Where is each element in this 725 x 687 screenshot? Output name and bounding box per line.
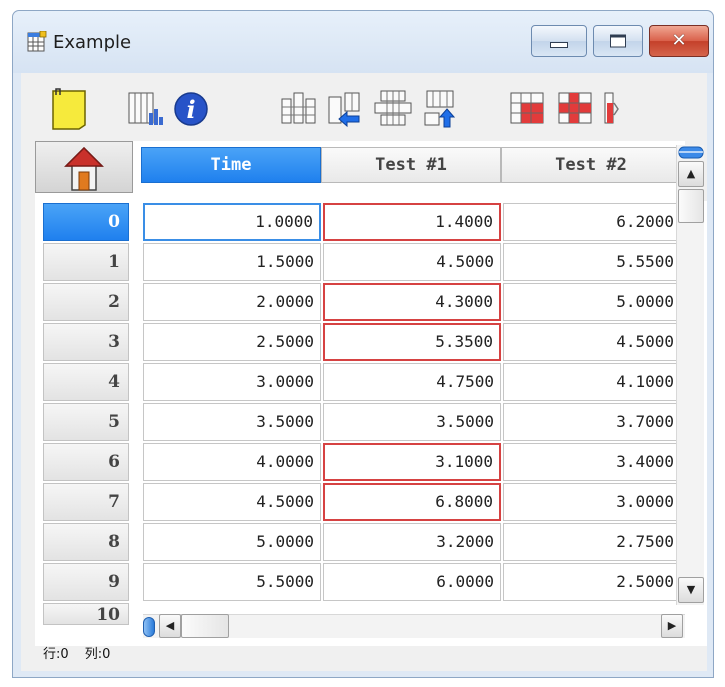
row-header[interactable]: 5 [43, 403, 129, 441]
table-red-alt-button[interactable] [555, 87, 595, 131]
row-header[interactable]: 2 [43, 283, 129, 321]
row-header[interactable]: 4 [43, 363, 129, 401]
columns-button[interactable] [279, 87, 319, 131]
horizontal-scroll-thumb[interactable] [181, 614, 229, 638]
home-icon [64, 146, 104, 191]
rows-button[interactable] [373, 87, 413, 131]
grid-cell[interactable]: 2.7500 [503, 523, 681, 561]
minimize-button[interactable] [531, 25, 587, 57]
more-button[interactable] [601, 87, 619, 131]
table-red-alt-icon [558, 92, 592, 124]
row-header[interactable]: 1 [43, 243, 129, 281]
info-icon: i [174, 92, 208, 126]
insert-up-button[interactable] [421, 87, 461, 131]
row-header[interactable]: 8 [43, 523, 129, 561]
close-icon: ✕ [671, 30, 687, 51]
row-header[interactable]: 7 [43, 483, 129, 521]
status-row: 行:0 [43, 647, 69, 662]
scroll-right-button[interactable]: ▶ [661, 614, 683, 638]
title-bar[interactable]: Example ✕ [13, 11, 713, 73]
svg-text:i: i [186, 95, 195, 124]
vertical-scroll-thumb[interactable] [678, 189, 704, 223]
grid-cell[interactable]: 4.0000 [143, 443, 321, 481]
grid-cell[interactable]: 5.3500 [323, 323, 501, 361]
grid-cell[interactable]: 5.5500 [503, 243, 681, 281]
scroll-up-button[interactable]: ▲ [678, 161, 704, 187]
split-handle-vertical[interactable] [677, 145, 705, 159]
more-icon [604, 92, 619, 124]
insert-left-icon [328, 92, 360, 128]
table-red-icon [510, 92, 544, 124]
horizontal-scrollbar[interactable]: ◀ ▶ [143, 614, 685, 638]
grid-cell[interactable]: 5.0000 [143, 523, 321, 561]
data-grid: Time Test #1 Test #2 ⌃⌄ 01.00001.40006.2… [35, 141, 707, 646]
grid-cell[interactable]: 6.8000 [323, 483, 501, 521]
toolbar: i [21, 73, 707, 141]
grid-cell[interactable]: 2.5000 [503, 563, 681, 601]
grid-cell[interactable]: 4.5000 [143, 483, 321, 521]
grid-cell[interactable]: 6.2000 [503, 203, 681, 241]
grid-cell[interactable]: 3.7000 [503, 403, 681, 441]
column-header-test-2[interactable]: Test #2 [501, 147, 681, 183]
insert-left-button[interactable] [325, 87, 365, 131]
status-bar: 行:0 列:0 [43, 643, 122, 662]
grid-cell[interactable]: 5.5000 [143, 563, 321, 601]
column-header-time[interactable]: Time [141, 147, 321, 183]
column-header-test-1[interactable]: Test #1 [321, 147, 501, 183]
columns-icon [281, 92, 316, 124]
window-title: Example [53, 32, 132, 53]
scroll-right-icon: ▶ [667, 619, 677, 632]
chart-icon [128, 92, 163, 125]
grid-cell[interactable]: 3.2000 [323, 523, 501, 561]
grid-cell[interactable]: 3.4000 [503, 443, 681, 481]
grid-cell[interactable]: 5.0000 [503, 283, 681, 321]
grid-cell[interactable]: 1.4000 [323, 203, 501, 241]
close-button[interactable]: ✕ [649, 25, 709, 57]
table-red-button[interactable] [507, 87, 547, 131]
grid-cell[interactable]: 3.0000 [143, 363, 321, 401]
grid-cell[interactable]: 1.0000 [143, 203, 321, 241]
row-header[interactable]: 6 [43, 443, 129, 481]
grid-cell[interactable]: 4.5000 [503, 323, 681, 361]
app-window: Example ✕ i Time Test #1 Test #2 0 1.000… [12, 10, 714, 678]
row-header[interactable]: 3 [43, 323, 129, 361]
grid-cell[interactable]: 2.5000 [143, 323, 321, 361]
maximize-icon [610, 34, 626, 48]
split-handle-horizontal[interactable] [143, 617, 155, 637]
scroll-down-button[interactable]: ▼ [678, 577, 704, 603]
scroll-left-icon: ◀ [165, 619, 175, 632]
grid-cell[interactable]: 3.0000 [503, 483, 681, 521]
rows-icon [374, 90, 412, 126]
grid-cell[interactable]: 4.3000 [323, 283, 501, 321]
grid-cell[interactable]: 4.7500 [323, 363, 501, 401]
scroll-left-button[interactable]: ◀ [159, 614, 181, 638]
minimize-icon [550, 42, 568, 48]
split-handle-icon [678, 146, 704, 159]
chart-button[interactable] [125, 87, 165, 131]
grid-cell[interactable]: 4.5000 [323, 243, 501, 281]
maximize-button[interactable] [593, 25, 643, 57]
status-col: 列:0 [84, 647, 111, 662]
insert-up-icon [424, 90, 456, 128]
client-area: i Time Test #1 Test #2 0 1.0000 1.4000 6… [21, 73, 707, 671]
info-button[interactable]: i [171, 87, 211, 131]
grid-cell[interactable]: 3.1000 [323, 443, 501, 481]
grid-cell[interactable]: 1.5000 [143, 243, 321, 281]
row-header[interactable]: 10 [43, 603, 129, 625]
new-sheet-button[interactable] [49, 87, 89, 131]
home-button[interactable] [35, 141, 133, 193]
grid-cell[interactable]: 6.0000 [323, 563, 501, 601]
grid-cell[interactable]: 3.5000 [323, 403, 501, 441]
scroll-up-icon: ▲ [686, 167, 696, 180]
grid-cell[interactable]: 4.1000 [503, 363, 681, 401]
app-icon [27, 31, 47, 52]
vertical-scrollbar[interactable]: ▲ ▼ [676, 145, 704, 605]
new-sheet-icon [52, 88, 86, 130]
row-header[interactable]: 0 [43, 203, 129, 241]
scroll-down-icon: ▼ [686, 583, 696, 596]
row-header[interactable]: 9 [43, 563, 129, 601]
grid-cell[interactable]: 3.5000 [143, 403, 321, 441]
grid-cell[interactable]: 2.0000 [143, 283, 321, 321]
